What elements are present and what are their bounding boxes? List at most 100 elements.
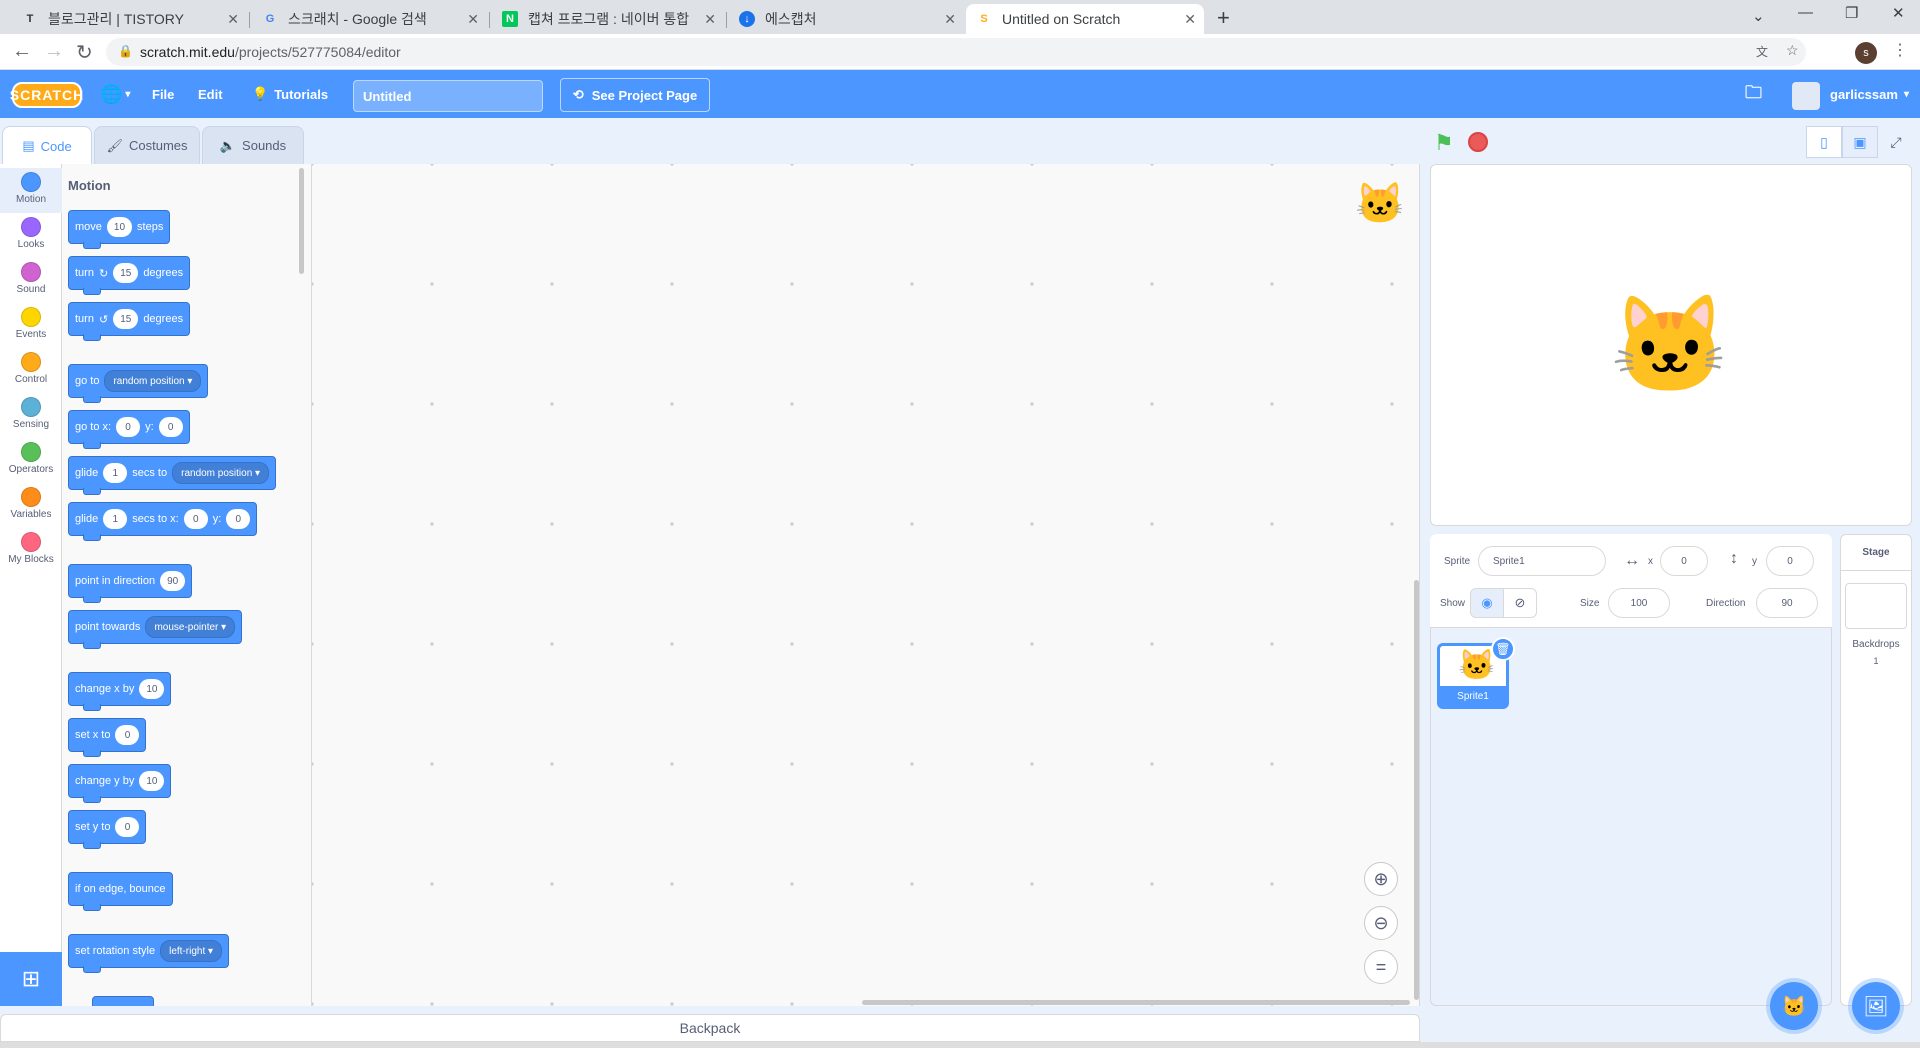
small-stage-icon[interactable]: ▯ bbox=[1806, 126, 1842, 158]
block-point-in-direction[interactable]: point in direction 90 bbox=[68, 564, 193, 603]
close-icon[interactable]: ✕ bbox=[227, 11, 239, 28]
browser-tab-escapture[interactable]: ↓ 에스캡처 ✕ bbox=[729, 4, 964, 34]
target-dropdown[interactable]: random position ▾ bbox=[172, 462, 270, 484]
reload-icon[interactable]: ↻ bbox=[76, 40, 93, 65]
direction-input[interactable]: 90 bbox=[1756, 588, 1818, 618]
browser-tab-tistory[interactable]: T 블로그관리 | TISTORY ✕ bbox=[12, 4, 247, 34]
workspace-horizontal-scrollbar[interactable] bbox=[862, 1000, 1410, 1005]
tab-costumes[interactable]: 🖌 Costumes bbox=[94, 126, 200, 164]
workspace-vertical-scrollbar[interactable] bbox=[1414, 580, 1419, 1000]
script-workspace[interactable] bbox=[312, 164, 1420, 1006]
palette-scrollbar[interactable] bbox=[299, 168, 304, 274]
zoom-in-icon[interactable]: ⊕ bbox=[1364, 862, 1398, 896]
block-move-steps[interactable]: move 10 steps bbox=[68, 210, 171, 249]
block-change-y[interactable]: change y by 10 bbox=[68, 764, 172, 803]
zoom-out-icon[interactable]: ⊖ bbox=[1364, 906, 1398, 940]
number-input[interactable]: 10 bbox=[139, 771, 165, 791]
x-input[interactable]: 0 bbox=[183, 509, 208, 529]
back-arrow-icon[interactable]: ← bbox=[12, 40, 32, 63]
fullscreen-icon[interactable]: ⤢ bbox=[1878, 126, 1914, 158]
profile-avatar[interactable]: s bbox=[1855, 42, 1877, 64]
stage-target-pane[interactable]: Stage Backdrops 1 bbox=[1840, 534, 1912, 1006]
scratch-logo[interactable]: SCRATCH bbox=[10, 82, 83, 108]
number-input[interactable]: 15 bbox=[113, 263, 139, 283]
tutorials-button[interactable]: 💡 Tutorials bbox=[252, 70, 328, 118]
language-globe-icon[interactable]: 🌐 ▾ bbox=[100, 70, 130, 118]
y-position-input[interactable]: 0 bbox=[1766, 546, 1814, 576]
x-input[interactable]: 0 bbox=[116, 417, 141, 437]
user-avatar[interactable] bbox=[1792, 82, 1820, 110]
forward-arrow-icon[interactable]: → bbox=[44, 40, 64, 63]
project-title-input[interactable]: Untitled bbox=[353, 80, 543, 112]
edit-menu[interactable]: Edit bbox=[198, 70, 223, 118]
target-dropdown[interactable]: mouse-pointer ▾ bbox=[145, 616, 236, 638]
x-position-input[interactable]: 0 bbox=[1660, 546, 1708, 576]
number-input[interactable]: 15 bbox=[113, 309, 139, 329]
category-events[interactable]: Events bbox=[0, 303, 62, 348]
window-close-icon[interactable]: ✕ bbox=[1892, 4, 1905, 22]
sprite-name-input[interactable]: Sprite1 bbox=[1478, 546, 1606, 576]
block-turn-left[interactable]: turn ↺ 15 degrees bbox=[68, 302, 191, 341]
category-looks[interactable]: Looks bbox=[0, 213, 62, 258]
block-turn-right[interactable]: turn ↻ 15 degrees bbox=[68, 256, 191, 295]
block-if-on-edge-bounce[interactable]: if on edge, bounce bbox=[68, 872, 173, 911]
category-motion[interactable]: Motion bbox=[0, 168, 62, 213]
green-flag-icon[interactable]: ⚑ bbox=[1434, 130, 1454, 156]
block-go-to-xy[interactable]: go to x: 0 y: 0 bbox=[68, 410, 190, 449]
category-sound[interactable]: Sound bbox=[0, 258, 62, 303]
my-stuff-folder-icon[interactable]: 🗀 bbox=[1745, 70, 1762, 118]
delete-sprite-trash-icon[interactable]: 🗑 bbox=[1491, 637, 1515, 661]
category-control[interactable]: Control bbox=[0, 348, 62, 393]
add-sprite-cat-icon[interactable]: 🐱 bbox=[1770, 982, 1818, 1030]
block-glide-xy[interactable]: glide 1 secs to x: 0 y: 0 bbox=[68, 502, 258, 541]
secs-input[interactable]: 1 bbox=[103, 463, 128, 483]
y-input[interactable]: 0 bbox=[226, 509, 251, 529]
browser-tab-google[interactable]: G 스크래치 - Google 검색 ✕ bbox=[252, 4, 487, 34]
rotation-style-dropdown[interactable]: left-right ▾ bbox=[160, 940, 223, 962]
browser-tab-naver[interactable]: N 캡쳐 프로그램 : 네이버 통합 ✕ bbox=[492, 4, 724, 34]
category-sensing[interactable]: Sensing bbox=[0, 393, 62, 438]
restore-icon[interactable]: ❐ bbox=[1845, 4, 1858, 22]
block-change-x[interactable]: change x by 10 bbox=[68, 672, 172, 711]
tab-sounds[interactable]: 🔈 Sounds bbox=[202, 126, 304, 164]
normal-stage-icon[interactable]: ▣ bbox=[1842, 126, 1878, 158]
secs-input[interactable]: 1 bbox=[103, 509, 128, 529]
close-icon[interactable]: ✕ bbox=[944, 11, 956, 28]
block-glide-to[interactable]: glide 1 secs to random position ▾ bbox=[68, 456, 277, 495]
hide-eye-icon[interactable]: ⊘ bbox=[1503, 588, 1537, 618]
show-eye-icon[interactable]: ◉ bbox=[1470, 588, 1504, 618]
number-input[interactable]: 0 bbox=[115, 725, 140, 745]
direction-input[interactable]: 90 bbox=[160, 571, 186, 591]
user-menu[interactable]: garlicssam ▾ bbox=[1830, 70, 1909, 118]
close-icon[interactable]: ✕ bbox=[1184, 11, 1196, 28]
url-field[interactable]: 🔒 scratch.mit.edu/projects/527775084/edi… bbox=[106, 38, 1806, 66]
size-input[interactable]: 100 bbox=[1608, 588, 1670, 618]
browser-tab-scratch[interactable]: S Untitled on Scratch ✕ bbox=[966, 4, 1204, 34]
new-tab-button[interactable]: + bbox=[1217, 5, 1230, 31]
file-menu[interactable]: File bbox=[152, 70, 174, 118]
close-icon[interactable]: ✕ bbox=[704, 11, 716, 28]
backpack-bar[interactable]: Backpack bbox=[0, 1014, 1420, 1042]
zoom-reset-icon[interactable]: = bbox=[1364, 950, 1398, 984]
stop-icon[interactable] bbox=[1468, 132, 1488, 152]
close-icon[interactable]: ✕ bbox=[467, 11, 479, 28]
number-input[interactable]: 10 bbox=[139, 679, 165, 699]
category-operators[interactable]: Operators bbox=[0, 438, 62, 483]
minimize-icon[interactable]: — bbox=[1798, 4, 1813, 21]
target-dropdown[interactable]: random position ▾ bbox=[104, 370, 202, 392]
number-input[interactable]: 10 bbox=[106, 217, 133, 237]
block-set-rotation-style[interactable]: set rotation style left-right ▾ bbox=[68, 934, 230, 973]
see-project-page-button[interactable]: ⟲ See Project Page bbox=[560, 78, 710, 112]
tab-code[interactable]: ▤ Code bbox=[2, 126, 92, 165]
sprite-cat-icon[interactable]: 🐱 bbox=[1610, 290, 1730, 402]
block-partial[interactable] bbox=[92, 996, 154, 1006]
block-set-y[interactable]: set y to 0 bbox=[68, 810, 147, 849]
add-extension-button[interactable]: ⊞ bbox=[0, 952, 62, 1006]
block-set-x[interactable]: set x to 0 bbox=[68, 718, 147, 757]
translate-icon[interactable]: 文 bbox=[1756, 43, 1768, 60]
tab-search-icon[interactable]: ⌄ bbox=[1752, 7, 1765, 25]
block-go-to[interactable]: go to random position ▾ bbox=[68, 364, 209, 403]
number-input[interactable]: 0 bbox=[115, 817, 140, 837]
category-my-blocks[interactable]: My Blocks bbox=[0, 528, 62, 573]
category-variables[interactable]: Variables bbox=[0, 483, 62, 528]
